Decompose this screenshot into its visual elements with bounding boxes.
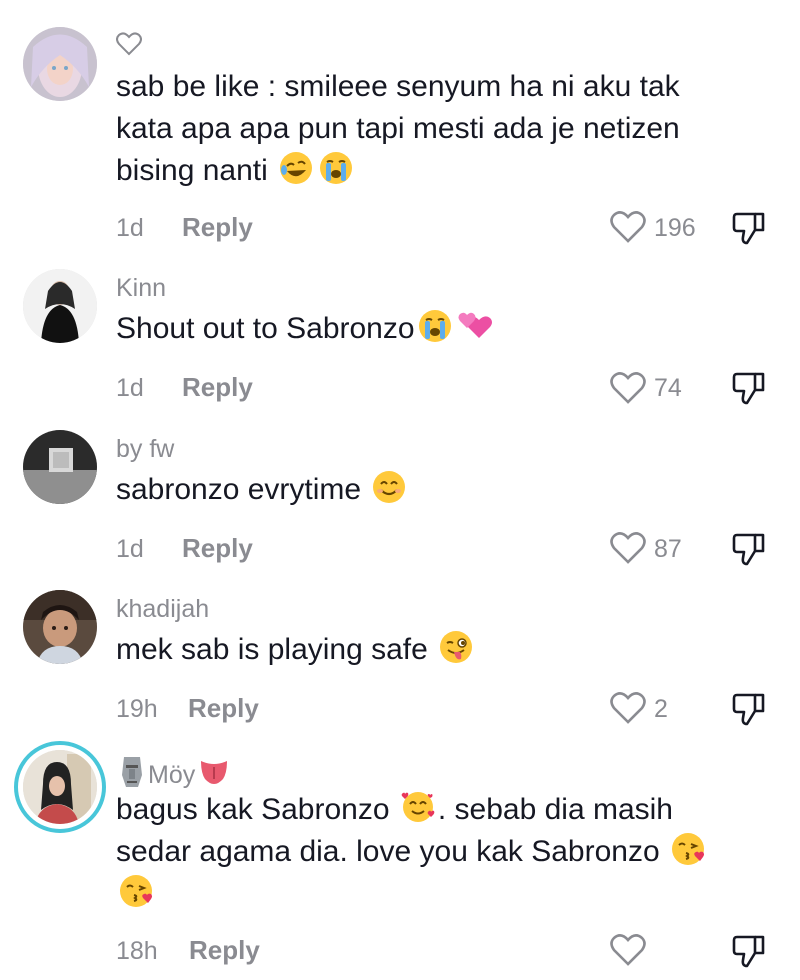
smiling-hearts-emoji [400, 789, 436, 825]
reply-button[interactable]: Reply [182, 533, 253, 563]
story-ring[interactable] [14, 741, 106, 833]
moai-emoji [118, 755, 146, 789]
comment-time: 1d [116, 535, 144, 563]
comment-text: sab be like : smileee senyum ha ni aku t… [116, 70, 680, 187]
kissing-heart-emoji [670, 831, 706, 867]
loudly-crying-emoji [318, 150, 354, 186]
kissing-heart-emoji [118, 873, 154, 909]
tongue-emoji [197, 755, 231, 789]
comment-text: sabronzo evrytime [116, 469, 756, 511]
like-count: 87 [654, 535, 682, 563]
rofl-emoji [278, 150, 314, 186]
comment-time: 1d [116, 374, 144, 402]
smiling-emoji [371, 469, 407, 505]
like-heart-icon[interactable] [610, 210, 646, 249]
loudly-crying-emoji [417, 308, 453, 344]
like-heart-icon[interactable] [610, 531, 646, 570]
avatar[interactable] [23, 590, 97, 664]
like-count: 196 [654, 214, 696, 242]
comment-time: 19h [116, 695, 158, 723]
dislike-icon[interactable] [731, 691, 767, 732]
heart-outline-icon [116, 32, 142, 61]
username[interactable]: khadijah [116, 594, 209, 624]
comment-time: 18h [116, 937, 158, 965]
dislike-icon[interactable] [731, 933, 767, 974]
avatar[interactable] [23, 430, 97, 504]
like-heart-icon[interactable] [610, 933, 646, 972]
avatar[interactable] [23, 27, 97, 101]
winking-tongue-emoji [438, 629, 474, 665]
dislike-icon[interactable] [731, 531, 767, 572]
dislike-icon[interactable] [731, 210, 767, 251]
username[interactable]: Kinn [116, 273, 166, 303]
comment-text: bagus kak Sabronzo . sebab dia masih sed… [116, 789, 756, 915]
like-count: 2 [654, 695, 668, 723]
reply-button[interactable]: Reply [189, 935, 260, 965]
comment-text: mek sab is playing safe [116, 629, 756, 671]
username[interactable]: by fw [116, 434, 174, 464]
comment-time: 1d [116, 214, 144, 242]
username[interactable]: Möy [116, 755, 233, 790]
avatar[interactable] [23, 269, 97, 343]
like-heart-icon[interactable] [610, 691, 646, 730]
two-hearts-emoji [457, 308, 493, 344]
dislike-icon[interactable] [731, 370, 767, 411]
avatar[interactable] [23, 750, 97, 824]
like-count: 74 [654, 374, 682, 402]
reply-button[interactable]: Reply [188, 693, 259, 723]
reply-button[interactable]: Reply [182, 372, 253, 402]
like-heart-icon[interactable] [610, 371, 646, 410]
reply-button[interactable]: Reply [182, 212, 253, 242]
comment-text: Shout out to Sabronzo [116, 308, 756, 350]
